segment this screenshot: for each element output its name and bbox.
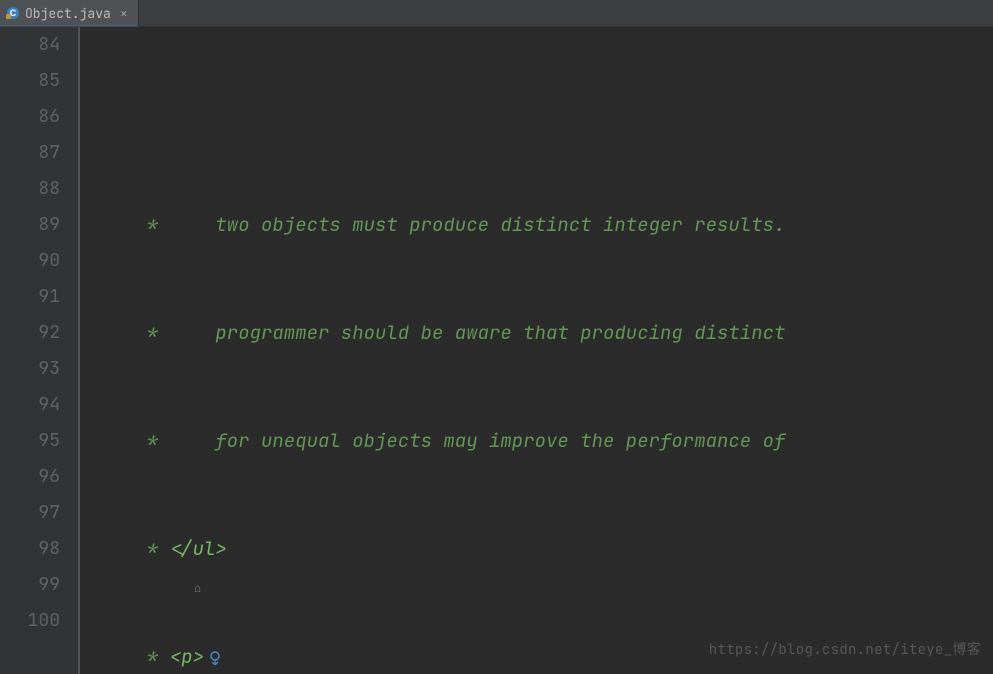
line-number: 95 [10,423,60,459]
line-number: 85 [10,63,60,99]
code-text: * programmer should be aware that produc… [90,320,785,345]
java-class-icon: C [6,6,20,20]
tab-bar: C Object.java × [0,0,993,27]
line-number: 93 [10,351,60,387]
line-number: 87 [10,135,60,171]
file-tab-object-java[interactable]: C Object.java × [0,0,139,26]
code-text: * for unequal objects may improve the pe… [90,428,785,453]
code-text: * [90,536,170,561]
watermark-text: https://blog.csdn.net/iteye_博客 [709,632,981,668]
override-gutter-icon[interactable] [158,607,222,674]
tab-label: Object.java [25,5,111,22]
line-number: 92 [10,315,60,351]
code-text: * two objects must produce distinct inte… [90,212,785,237]
line-number: 96 [10,459,60,495]
line-number: 89 [10,207,60,243]
fold-end-icon[interactable]: ⌂ [194,570,201,606]
line-number: 84 [10,27,60,63]
line-number: 97 [10,495,60,531]
line-number: 86 [10,99,60,135]
code-text: </ul> [170,536,227,561]
close-icon[interactable]: × [120,7,128,20]
line-number: 94 [10,387,60,423]
code-editor[interactable]: 84 85 86 87 88 89 90 91 92 93 94 95 96 9… [0,27,993,674]
line-number: 88 [10,171,60,207]
line-number: 99 [10,567,60,603]
line-number: 90 [10,243,60,279]
line-number-gutter: 84 85 86 87 88 89 90 91 92 93 94 95 96 9… [0,27,78,674]
line-number: 98 [10,531,60,567]
code-content[interactable]: ⌂ * two objects must produce distinct in… [78,27,993,674]
line-number: 100 [10,603,60,639]
line-number: 91 [10,279,60,315]
